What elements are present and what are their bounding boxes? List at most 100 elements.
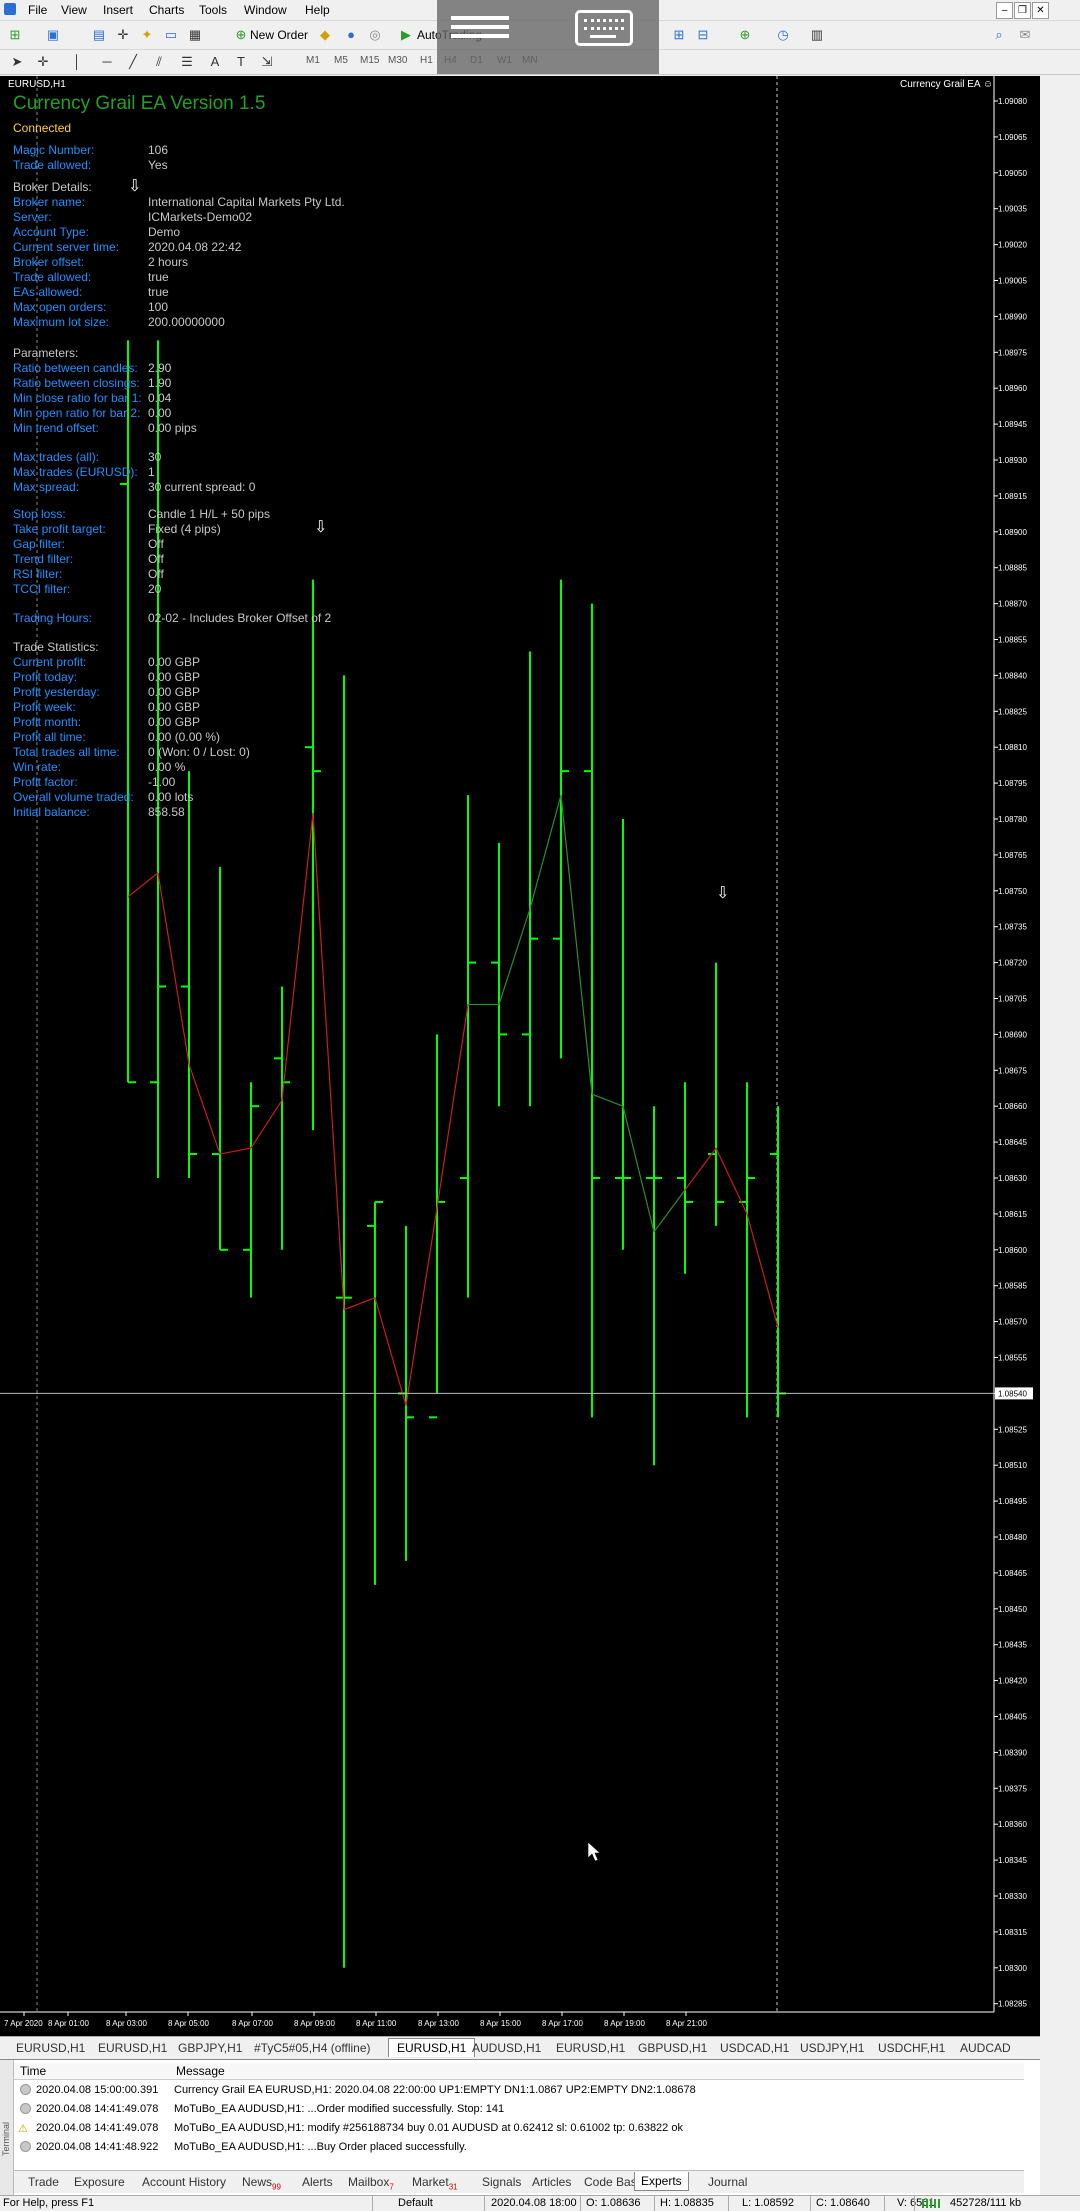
chart-tab[interactable]: #TyC5#05,H4 (offline) [254, 2041, 371, 2055]
time-tick-label: 8 Apr 21:00 [666, 2019, 707, 2028]
metaeditor-icon[interactable]: ◆ [316, 26, 334, 44]
horizontal-line-icon[interactable]: ─ [98, 53, 116, 71]
terminal-tab[interactable]: News99 [242, 2175, 281, 2191]
ea-field-value: 2020.04.08 22:42 [148, 240, 242, 254]
menu-help[interactable]: Help [305, 3, 330, 17]
status-bar: For Help, press F1 Default 2020.04.08 18… [0, 2195, 1080, 2211]
options-icon[interactable]: ● [342, 26, 360, 44]
ea-field-value: 2.90 [148, 361, 172, 375]
timeframe-h1[interactable]: H1 [420, 55, 433, 66]
search-icon[interactable]: ⌕ [990, 26, 1008, 44]
chart-tab[interactable]: EURUSD,H1 [98, 2041, 167, 2055]
log-row[interactable]: ⚠ 2020.04.08 14:41:49.078 MoTuBo_EA AUDUSD… [14, 2119, 1024, 2138]
zoom-out-icon[interactable]: ⊟ [694, 26, 712, 44]
new-chart-icon[interactable]: ⊞ [6, 26, 24, 44]
channel-icon[interactable]: ⫽ [150, 53, 168, 71]
signals-icon[interactable]: ◎ [366, 26, 384, 44]
ea-field-label: Min open ratio for bar 2: [13, 406, 141, 420]
log-row[interactable]: 2020.04.08 14:41:48.922 MoTuBo_EA AUDUSD,… [14, 2138, 1024, 2157]
terminal-tab[interactable]: Articles [532, 2175, 571, 2189]
trendline-icon[interactable]: ╱ [124, 53, 142, 71]
chart-tab[interactable]: EURUSD,H1 [16, 2041, 85, 2055]
terminal-tab[interactable]: Exposure [74, 2175, 125, 2189]
time-tick-label: 8 Apr 15:00 [480, 2019, 521, 2028]
text-label-icon[interactable]: T [232, 53, 250, 71]
profiles-icon[interactable]: ▣ [44, 26, 62, 44]
column-message[interactable]: Message [176, 2064, 225, 2078]
terminal-tab[interactable]: Mailbox7 [348, 2175, 394, 2191]
arrows-icon[interactable]: ⇲ [258, 53, 276, 71]
menu-charts[interactable]: Charts [149, 3, 184, 17]
chart-tab[interactable]: GBPJPY,H1 [178, 2041, 242, 2055]
price-tick-label: 1.09005 [998, 277, 1027, 286]
crosshair-icon[interactable]: ✛ [34, 53, 52, 71]
vertical-line-icon[interactable]: │ [68, 53, 86, 71]
price-tick-label: 1.08735 [998, 923, 1027, 932]
new-order-button[interactable]: ⊕ New Order [230, 24, 308, 46]
timeframe-m30[interactable]: M30 [388, 55, 407, 66]
chart-tab[interactable]: AUDCAD [960, 2041, 1011, 2055]
log-row[interactable]: 2020.04.08 15:00:00.391 Currency Grail EA… [14, 2081, 1024, 2100]
ea-field-value: ICMarkets-Demo02 [148, 210, 253, 224]
templates-icon[interactable]: ▥ [808, 26, 826, 44]
ea-badge: Currency Grail EA ☺ [900, 79, 993, 90]
restore-button[interactable]: ❐ [1014, 2, 1031, 19]
indicators-icon[interactable]: ⊕ [736, 26, 754, 44]
terminal-tab[interactable]: Experts [634, 2172, 689, 2191]
chart-tab[interactable]: USDCAD,H1 [720, 2041, 789, 2055]
menu-icon[interactable] [447, 14, 513, 40]
tester-icon[interactable]: ▦ [186, 26, 204, 44]
periods-icon[interactable]: ◷ [774, 26, 792, 44]
terminal-tab[interactable]: Journal [708, 2175, 747, 2189]
chart-window[interactable]: 1.09080 1.09065 1.09050 1.09035 1.09020 1.090… [0, 76, 1040, 2036]
chart-tab[interactable]: GBPUSD,H1 [638, 2041, 707, 2055]
column-time[interactable]: Time [20, 2064, 46, 2078]
menu-window[interactable]: Window [244, 3, 287, 17]
fibonacci-icon[interactable]: ☰ [178, 53, 196, 71]
ea-field-label: TCCI filter: [13, 582, 71, 596]
cursor-icon[interactable]: ➤ [8, 53, 26, 71]
chart-tab[interactable]: USDJPY,H1 [800, 2041, 864, 2055]
minimize-button[interactable]: – [996, 2, 1013, 19]
connection-status: Connected [13, 121, 72, 135]
market-watch-icon[interactable]: ▤ [90, 26, 108, 44]
text-icon[interactable]: A [206, 53, 224, 71]
terminal-panel: Terminal Time Message 2020.04.08 15:00:0… [0, 2059, 1040, 2195]
menu-insert[interactable]: Insert [103, 3, 133, 17]
terminal-tab[interactable]: Market31 [412, 2175, 458, 2191]
ea-field-label: Profit all time: [13, 730, 86, 744]
ea-field-label: Profit week: [13, 700, 76, 714]
chart-tab[interactable]: AUDUSD,H1 [472, 2041, 541, 2055]
timeframe-m15[interactable]: M15 [360, 55, 379, 66]
moving-average-segment [529, 794, 562, 909]
chart-tab[interactable]: EURUSD,H1 [388, 2038, 476, 2057]
close-button[interactable]: ✕ [1032, 2, 1049, 19]
timeframe-m1[interactable]: M1 [306, 55, 320, 66]
chat-icon[interactable]: ✉ [1016, 26, 1034, 44]
keyboard-icon[interactable] [575, 10, 633, 46]
data-window-icon[interactable]: ✛ [114, 26, 132, 44]
menu-file[interactable]: File [28, 3, 47, 17]
timeframe-m5[interactable]: M5 [334, 55, 348, 66]
menu-view[interactable]: View [61, 3, 87, 17]
navigator-icon[interactable]: ✦ [138, 26, 156, 44]
zoom-in-icon[interactable]: ⊞ [670, 26, 688, 44]
info-dot-icon [20, 2084, 31, 2095]
terminal-tab[interactable]: Alerts [302, 2175, 333, 2189]
chart-tab[interactable]: EURUSD,H1 [556, 2041, 625, 2055]
keyboard-overlay [437, 0, 659, 74]
ea-field-value: 200.00000000 [148, 315, 225, 329]
price-tick-label: 1.08285 [998, 2000, 1027, 2009]
terminal-icon[interactable]: ▭ [162, 26, 180, 44]
ea-field-value: 0.00 % [148, 760, 186, 774]
ea-field-value: 20 [148, 582, 162, 596]
log-row[interactable]: 2020.04.08 14:41:49.078 MoTuBo_EA AUDUSD,… [14, 2100, 1024, 2119]
autotrading-icon: ▶ [401, 27, 411, 42]
terminal-tab[interactable]: Trade [28, 2175, 59, 2189]
chart-tab[interactable]: USDCHF,H1 [878, 2041, 945, 2055]
ea-field-label: Profit factor: [13, 775, 78, 789]
terminal-tab[interactable]: Account History [142, 2175, 226, 2189]
terminal-tab[interactable]: Signals [482, 2175, 521, 2189]
menu-tools[interactable]: Tools [199, 3, 227, 17]
ea-field-value: 2 hours [148, 255, 189, 269]
